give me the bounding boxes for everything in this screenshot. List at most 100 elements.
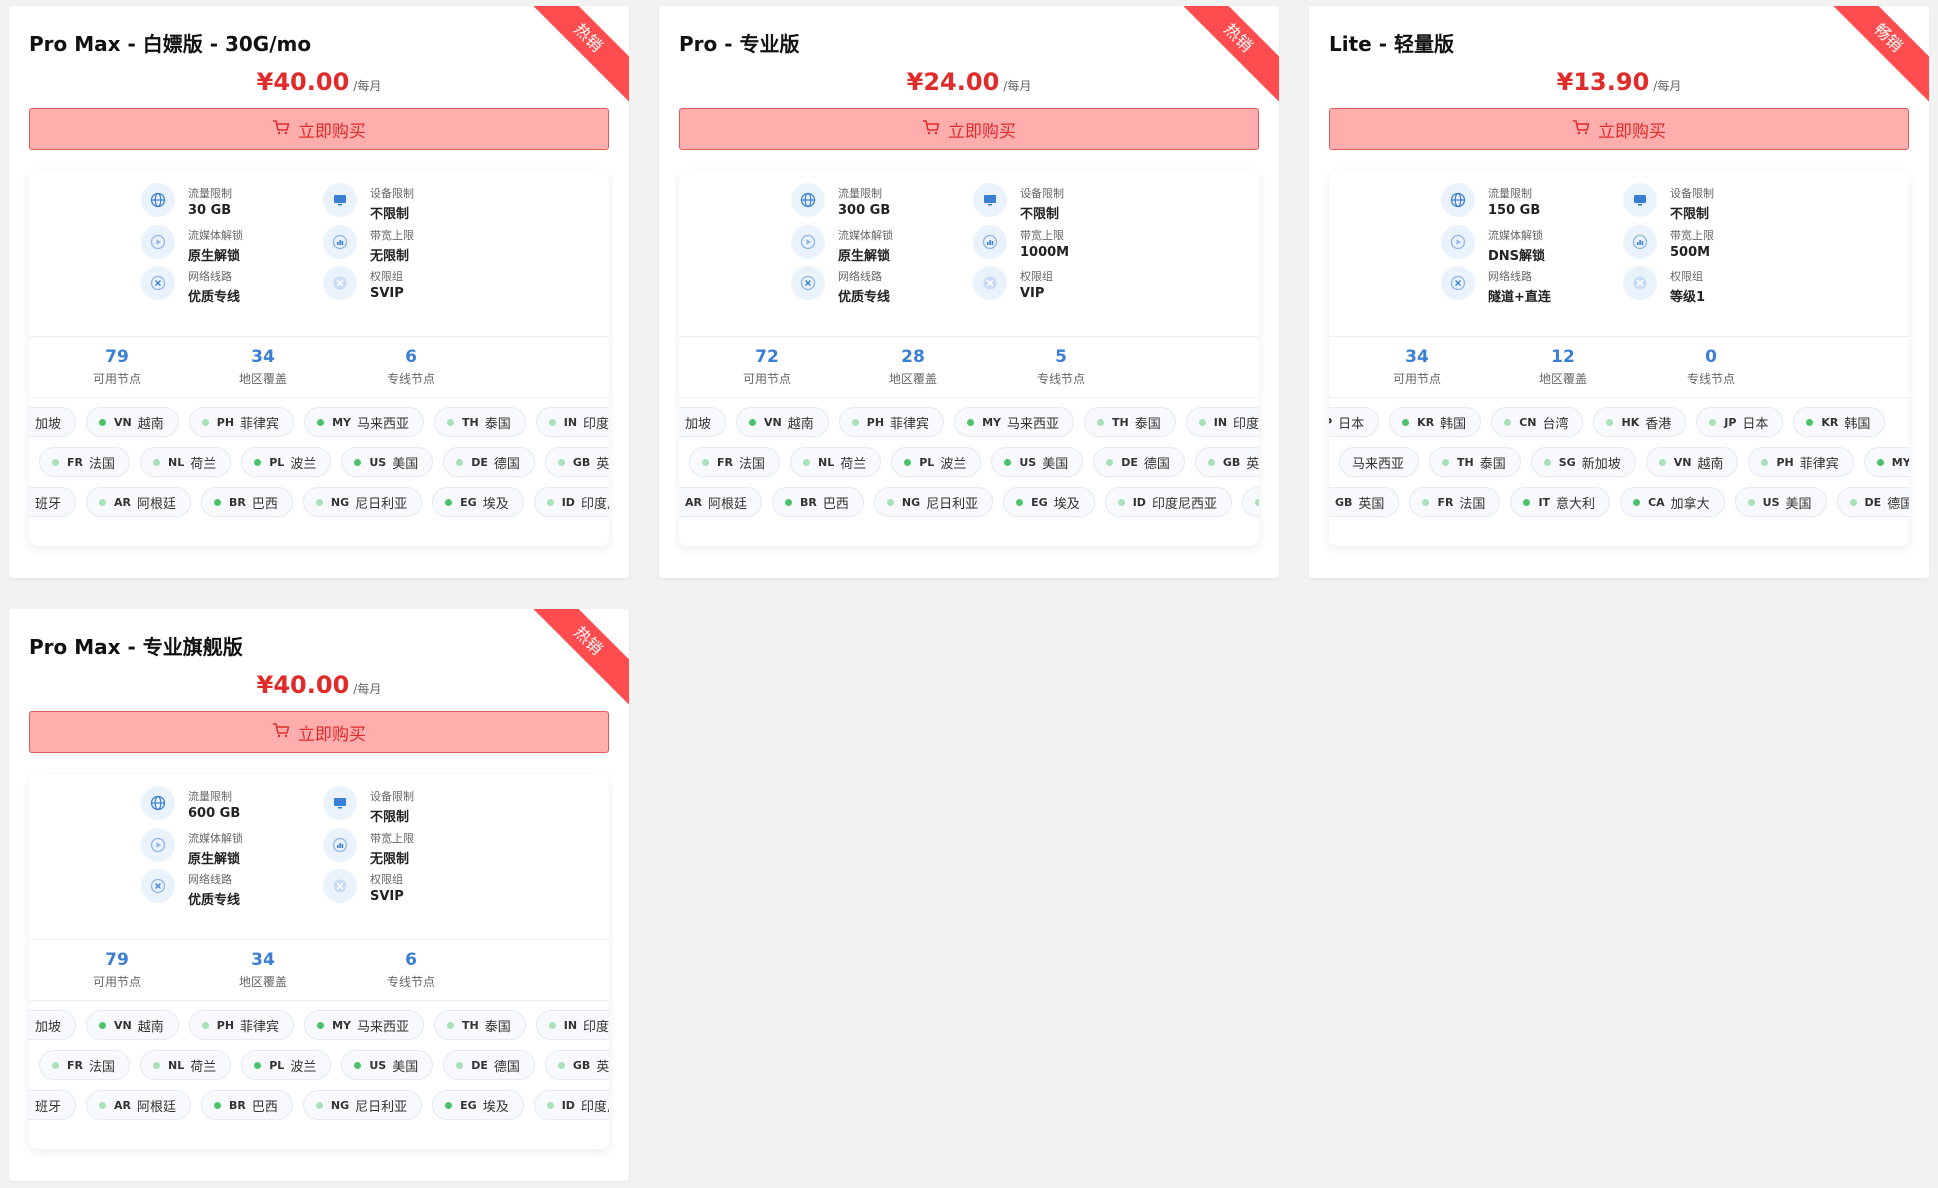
region-chip[interactable]: DE 德国 [1836,487,1909,517]
buy-now-button[interactable]: 立即购买 [29,108,609,150]
buy-now-button[interactable]: 立即购买 [679,108,1259,150]
region-chip[interactable]: IN 印度 [1185,407,1259,437]
stat-dedicated: 5 专线节点 [981,347,1141,387]
region-chip[interactable]: PL 波兰 [241,1050,332,1080]
region-chip[interactable]: US 美国 [341,1050,434,1080]
region-chip[interactable]: TH 泰国 [434,1010,526,1040]
status-dot [1633,498,1641,506]
stat-value: 79 [105,950,129,970]
region-chip[interactable]: IN 印度 [535,1010,609,1040]
region-code: GB [572,455,591,469]
region-chip[interactable]: US 美国 [991,447,1084,477]
region-chip[interactable]: VN 越南 [86,1010,179,1040]
price-row: ¥40.00/每月 [9,671,629,699]
region-code: ID [561,495,575,509]
region-chip[interactable]: AR 阿根廷 [86,487,192,517]
region-chip[interactable]: FR 法国 [39,1050,130,1080]
region-chip[interactable]: NL 荷兰 [140,447,232,477]
status-dot [702,458,709,466]
region-chip[interactable]: TH 泰国 [434,407,526,437]
region-chip[interactable]: GB 英国 [1194,447,1259,477]
region-code: KR [1417,415,1435,429]
region-chip[interactable]: BR 巴西 [201,487,293,517]
region-chip[interactable]: VN 越南 [736,407,829,437]
region-chip[interactable]: IT 意大利 [1510,487,1611,517]
region-chip[interactable]: GB 英国 [544,447,609,477]
region-chip[interactable]: DE 德国 [443,1050,535,1080]
region-code: SG [1558,455,1576,469]
region-chip[interactable]: 加坡 [29,407,77,437]
region-chip[interactable]: FR 法国 [1409,487,1501,517]
region-chip[interactable]: MY 马来西亚 [304,407,424,437]
region-chip[interactable]: NG 尼日利亚 [873,487,994,517]
region-chip[interactable]: NG 尼日利亚 [302,1090,423,1120]
region-chip[interactable]: MY 马来西亚 [954,407,1074,437]
region-chip[interactable]: CN 台湾 [1491,407,1584,437]
spec-value: 不限制 [370,207,410,222]
region-chip[interactable]: P [1241,487,1259,517]
stat-nodes: 79 可用节点 [37,347,197,387]
region-name: 埃及 [482,496,509,512]
region-chip[interactable]: JP 日本 [1696,407,1784,437]
region-chip[interactable]: 加坡 [679,407,727,437]
region-chip[interactable]: US 美国 [1734,487,1827,517]
region-chip[interactable]: PH 菲律宾 [188,407,295,437]
region-chip[interactable]: BR 巴西 [201,1090,293,1120]
region-chip[interactable]: AR 阿根廷 [86,1090,192,1120]
region-chip[interactable]: TH 泰国 [1429,447,1521,477]
region-chip[interactable]: BR 巴西 [772,487,864,517]
region-chip[interactable]: PL 波兰 [241,447,332,477]
region-chip[interactable]: NL 荷兰 [140,1050,232,1080]
region-chip[interactable]: CA 加拿大 [1620,487,1725,517]
region-chip[interactable]: ID 印度尼西亚 [1104,487,1232,517]
region-chip[interactable]: MY马来西 [1863,447,1909,477]
plan-price: ¥40.00 [256,671,350,699]
region-name: 阿根廷 [137,496,177,512]
stat-dedicated: 6 专线节点 [331,950,491,990]
region-name: 菲律宾 [240,416,280,432]
region-chip[interactable]: 班牙 [29,487,77,517]
region-chip[interactable]: KR 韩国 [1793,407,1886,437]
status-dot [315,498,323,506]
region-chip[interactable]: AR 阿根廷 [679,487,762,517]
region-chip[interactable]: HK 香港 [1593,407,1687,437]
status-dot [201,418,209,426]
region-chip[interactable]: VN 越南 [1645,447,1739,477]
region-chip[interactable]: DE 德国 [1093,447,1185,477]
region-chip[interactable]: EG 埃及 [432,1090,524,1120]
region-chip-row: JP 日本 KR 韩国 CN 台湾 HK 香港 JP 日本 KR 韩国 [1329,407,1895,439]
region-chip[interactable]: GB 英国 [1329,487,1400,517]
region-chips: 加坡 VN 越南 PH 菲律宾 MY 马来西亚 TH 泰国 IN 印度 FR 法国 NL 荷兰 PL 波兰 US 美… [29,1010,609,1140]
region-chip[interactable]: MY 马来西亚 [304,1010,424,1040]
region-chip[interactable]: KR 韩国 [1389,407,1482,437]
region-chip[interactable]: TH 泰国 [1084,407,1176,437]
region-chip[interactable]: NG 尼日利亚 [302,487,423,517]
region-chip[interactable]: IN 印度 [535,407,609,437]
region-chip[interactable]: FR 法国 [689,447,780,477]
region-chip[interactable]: 加坡 [29,1010,77,1040]
region-name: 加拿大 [1670,496,1710,512]
region-chip[interactable]: FR 法国 [39,447,130,477]
status-dot [214,498,222,506]
spec-label: 设备限制 [1670,187,1714,200]
region-chip[interactable]: DE 德国 [443,447,535,477]
buy-now-button[interactable]: 立即购买 [1329,108,1909,150]
region-chip[interactable]: 班牙 [29,1090,77,1120]
region-chip[interactable]: US 美国 [341,447,434,477]
region-chip[interactable]: ID 印度尼西亚 [533,1090,609,1120]
buy-now-button[interactable]: 立即购买 [29,711,609,753]
region-chip[interactable]: VN 越南 [86,407,179,437]
region-chip[interactable]: JP 日本 [1329,407,1380,437]
region-chip[interactable]: EG 埃及 [432,487,524,517]
region-chip[interactable]: PH 菲律宾 [1748,447,1854,477]
region-chip[interactable]: ID 印度尼西亚 [533,487,609,517]
region-chip[interactable]: PL 波兰 [891,447,982,477]
region-chip[interactable]: SG 新加坡 [1530,447,1636,477]
region-chip[interactable]: GB 英国 [544,1050,609,1080]
region-chip[interactable]: 马来西亚 [1339,447,1420,477]
region-chip[interactable]: NL 荷兰 [790,447,882,477]
region-chip[interactable]: PH 菲律宾 [188,1010,295,1040]
region-chip[interactable]: EG 埃及 [1003,487,1095,517]
spec-value: 300 GB [838,203,891,218]
region-chip[interactable]: PH 菲律宾 [838,407,945,437]
